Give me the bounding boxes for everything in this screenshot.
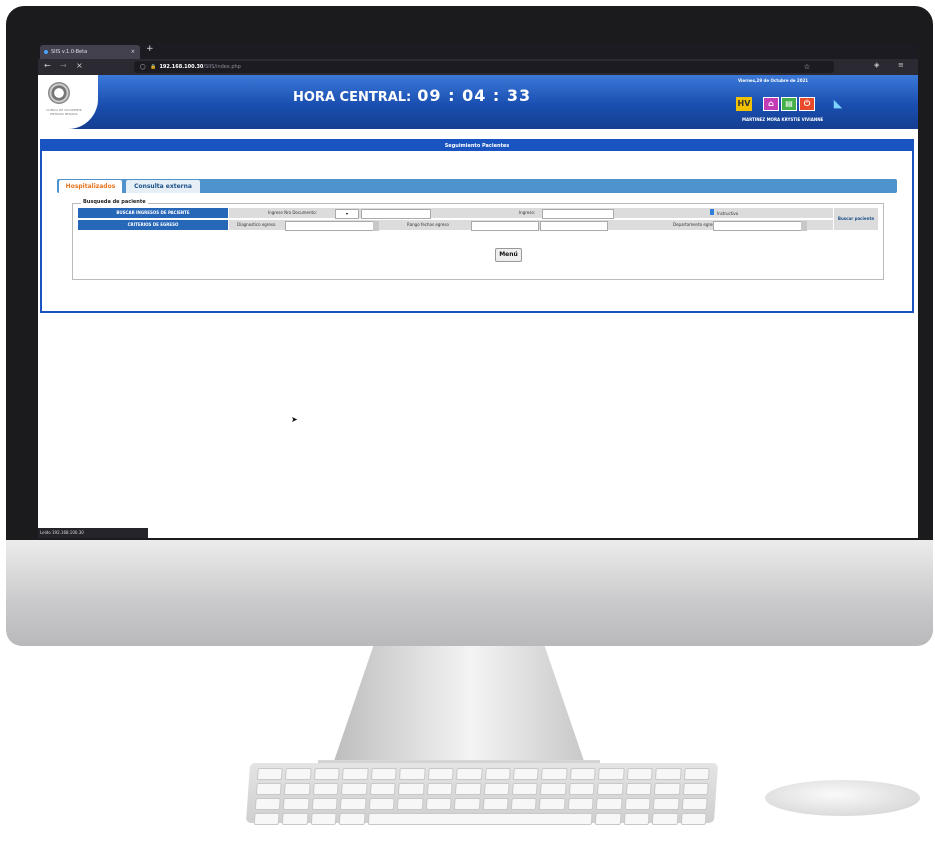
departamento-egreso-input[interactable] [713,221,803,231]
diagnostico-egreso-input[interactable] [285,221,375,231]
current-date: Viernes,29 de Octubre de 2021 [738,78,809,83]
tab-hospitalizados[interactable]: Hospitalizados [59,180,122,193]
user-name: MARTINEZ MORA KRYSTIE VIVIANNE [742,117,824,122]
ingreso-input[interactable] [542,209,614,219]
keyboard [245,763,719,825]
browser-tab-bar: SIIS v.1.0-Beta × + [38,43,918,59]
fecha-inicio-input[interactable] [471,221,539,231]
app-header: CLÍNICA DE OCCIDENTE ENTIDAD PRIVADA HOR… [38,75,918,129]
panel-title: Seguimiento Pacientes [42,141,912,151]
menu-hamburger-icon[interactable]: ≡ [898,61,904,69]
power-icon[interactable]: ⏻ [799,97,815,111]
buscar-ingresos-label: BUSCAR INGRESOS DE PACIENTE [78,208,228,218]
keyboard-keys [253,768,710,825]
mouse-cursor: ➤ [291,415,298,424]
doc-number-input[interactable] [361,209,431,219]
diagnostico-lookup-button[interactable] [373,221,379,231]
browser-nav-bar: ← → × ◯ 🔒 192.168.100.30/SIIS/index.php ☆… [38,59,918,75]
tab-strip: Hospitalizados Consulta externa [57,179,897,193]
url-bar[interactable]: ◯ 🔒 192.168.100.30/SIIS/index.php ☆ [134,61,834,73]
logo-area: CLÍNICA DE OCCIDENTE ENTIDAD PRIVADA [38,75,98,129]
hv-icon[interactable]: HV [736,97,752,111]
book-icon[interactable]: ◣ [830,97,846,111]
doc-type-select[interactable]: ▾ [335,209,359,219]
menu-button[interactable]: Menú [495,248,522,262]
url-host: 192.168.100.30 [159,64,204,70]
browser-status-bar: Leído 192.168.100.30 [38,528,148,538]
diagnostico-egreso-label: Diagnostico egreso [237,222,276,227]
monitor-chin [6,540,933,646]
buscar-paciente-button[interactable]: Buscar paciente [834,208,878,230]
departamento-lookup-button[interactable] [801,221,807,231]
fecha-fin-input[interactable] [540,221,608,231]
instructivo-icon[interactable] [710,209,714,215]
tab-consulta-externa[interactable]: Consulta externa [126,180,200,193]
logo-text: CLÍNICA DE OCCIDENTE ENTIDAD PRIVADA [46,108,82,116]
tab-favicon-icon [44,49,48,54]
new-tab-button[interactable]: + [146,44,154,54]
url-path: /SIIS/index.php [203,64,241,70]
browser-tab[interactable]: SIIS v.1.0-Beta × [40,45,140,59]
lock-warning-icon: 🔒 [150,64,157,70]
shield-icon: ◯ [140,64,146,70]
doc-number-label: Ingrese Nro Documento: [268,210,317,215]
stop-icon[interactable]: × [76,61,83,70]
clock-time: 09 : 04 : 33 [417,86,532,105]
clinic-logo [48,82,70,104]
screen: SIIS v.1.0-Beta × + ← → × ◯ 🔒 192.168.100… [38,43,918,538]
magic-mouse [765,780,920,816]
central-clock: HORA CENTRAL: 09 : 04 : 33 [293,86,531,105]
ingreso-label: Ingreso: [519,210,536,215]
back-icon[interactable]: ← [44,61,51,70]
seguimiento-panel: Seguimiento Pacientes Hospitalizados Con… [40,139,914,313]
fieldset-legend: Busqueda de paciente [81,199,148,205]
clock-label: HORA CENTRAL: [293,90,412,105]
criterios-egreso-label: CRITERIOS DE EGRESO [78,220,228,230]
document-icon[interactable]: ▤ [781,97,797,111]
pocket-icon[interactable]: ◈ [874,61,879,69]
monitor-stand [333,646,585,764]
tab-title: SIIS v.1.0-Beta [51,49,88,55]
home-icon[interactable]: ⌂ [763,97,779,111]
departamento-egreso-label: Departamento egreso [673,222,717,227]
forward-icon[interactable]: → [60,61,67,70]
rango-fechas-label: Rango fechas egreso [407,222,449,227]
bookmark-star-icon[interactable]: ☆ [804,61,810,73]
search-fieldset: Busqueda de paciente BUSCAR INGRESOS DE … [72,199,884,280]
instructivo-link[interactable]: Instructivo [717,209,738,219]
tab-close-icon[interactable]: × [131,45,135,59]
